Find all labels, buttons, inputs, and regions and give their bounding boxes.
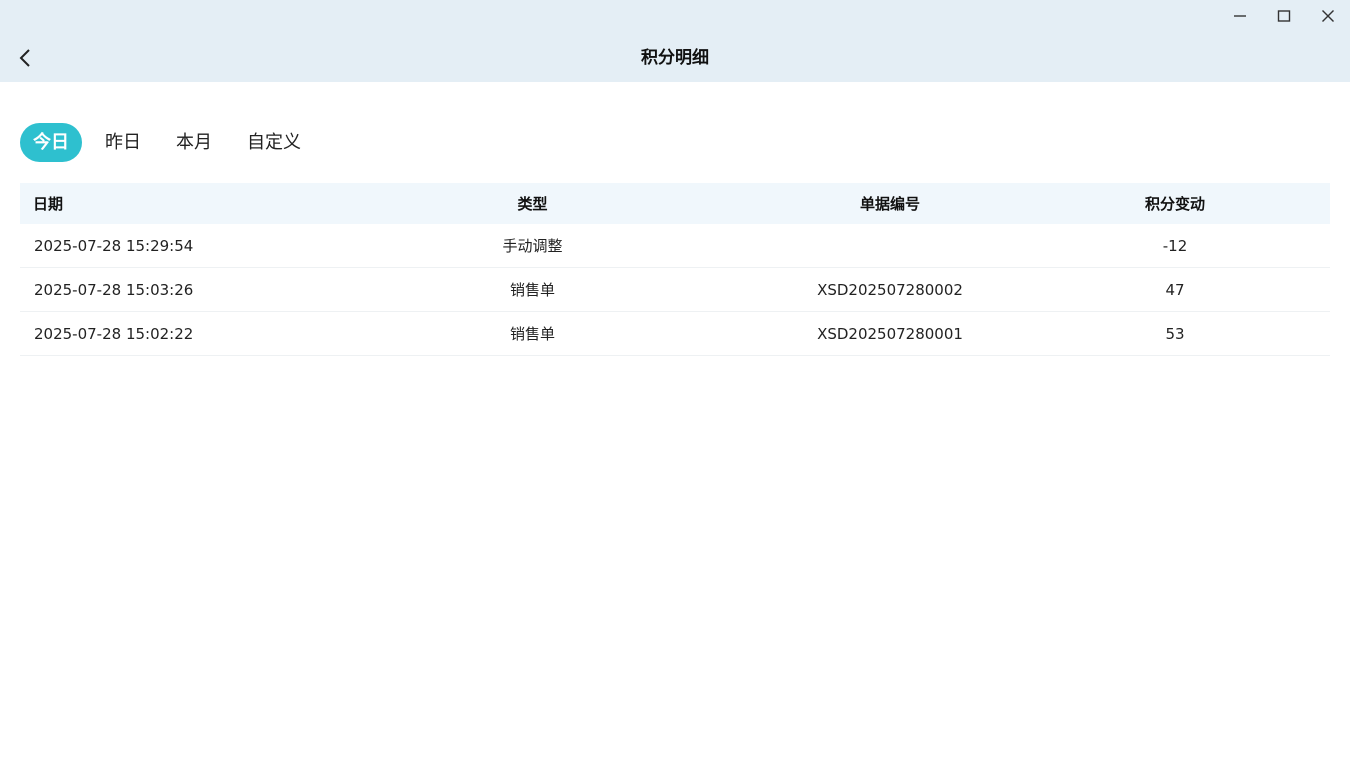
points-table: 日期 类型 单据编号 积分变动 2025-07-28 15:29:54 手动调整…: [20, 183, 1330, 356]
cell-points-change: -12: [1162, 236, 1188, 255]
maximize-button[interactable]: [1262, 0, 1306, 32]
cell-date: 2025-07-28 15:03:26: [34, 280, 194, 299]
cell-type: 销售单: [509, 281, 555, 299]
table-row[interactable]: 2025-07-28 15:03:26 销售单 XSD202507280002 …: [20, 268, 1330, 312]
table-header: 日期 类型 单据编号 积分变动: [20, 183, 1330, 224]
page-title: 积分明细: [641, 48, 709, 68]
cell-type: 销售单: [509, 325, 555, 343]
window-controls: [1218, 0, 1350, 32]
close-icon: [1322, 10, 1334, 22]
tab-today[interactable]: 今日: [20, 123, 82, 162]
cell-points-change: 47: [1165, 280, 1185, 299]
cell-points-change: 53: [1165, 324, 1185, 343]
close-button[interactable]: [1306, 0, 1350, 32]
tab-this-month[interactable]: 本月: [164, 123, 224, 162]
tab-yesterday[interactable]: 昨日: [93, 123, 153, 162]
cell-date: 2025-07-28 15:02:22: [34, 324, 194, 343]
minimize-icon: [1234, 15, 1246, 17]
date-filter-tabs: 今日 昨日 本月 自定义: [20, 123, 324, 162]
cell-type: 手动调整: [502, 237, 563, 255]
column-header-type: 类型: [517, 195, 548, 213]
cell-doc-no: XSD202507280001: [817, 324, 963, 343]
column-header-date: 日期: [33, 195, 64, 213]
minimize-button[interactable]: [1218, 0, 1262, 32]
column-header-points-change: 积分变动: [1144, 195, 1205, 213]
table-row[interactable]: 2025-07-28 15:29:54 手动调整 -12: [20, 224, 1330, 268]
tab-custom[interactable]: 自定义: [235, 123, 313, 162]
cell-date: 2025-07-28 15:29:54: [34, 236, 194, 255]
title-bar: 积分明细: [0, 0, 1350, 82]
cell-doc-no: XSD202507280002: [817, 280, 963, 299]
table-row[interactable]: 2025-07-28 15:02:22 销售单 XSD202507280001 …: [20, 312, 1330, 356]
column-header-doc-no: 单据编号: [859, 195, 920, 213]
maximize-icon: [1277, 10, 1291, 22]
